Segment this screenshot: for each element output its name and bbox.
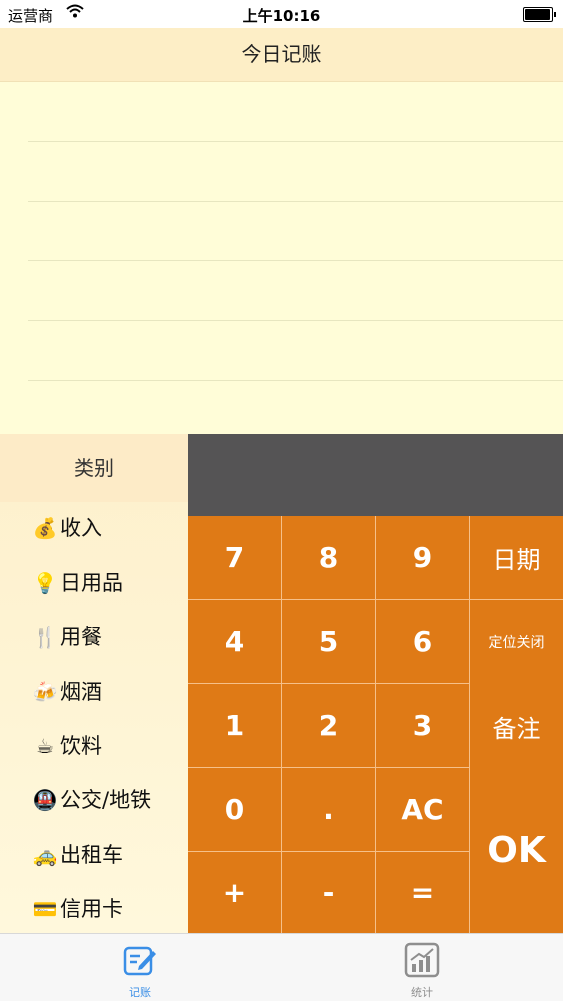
edit-icon bbox=[122, 942, 158, 978]
category-label: 日用品 bbox=[60, 571, 123, 595]
key-0[interactable]: 0 bbox=[188, 768, 282, 852]
category-item-transit[interactable]: 🚇 公交/地铁 bbox=[32, 773, 152, 827]
note-button[interactable]: 备注 bbox=[470, 684, 563, 768]
category-panel: 类别 💰 收入 💡 日用品 🍴 用餐 🍻 烟酒 ☕ 饮料 🚇 公交/地铁 🚕 出租车 💳 信用卡 bbox=[0, 434, 188, 933]
fork-knife-icon: 🍴 bbox=[32, 625, 58, 649]
category-item-credit-card[interactable]: 💳 信用卡 bbox=[32, 882, 123, 936]
key-clear[interactable]: AC bbox=[376, 768, 470, 852]
ledger-divider bbox=[28, 320, 563, 321]
beer-mugs-icon: 🍻 bbox=[32, 680, 58, 704]
tab-statistics[interactable]: 统计 bbox=[352, 934, 492, 1001]
category-item-taxi[interactable]: 🚕 出租车 bbox=[32, 828, 123, 882]
category-label: 公交/地铁 bbox=[60, 788, 152, 812]
location-toggle[interactable]: 定位关闭 bbox=[470, 600, 563, 684]
page-title: 今日记账 bbox=[241, 42, 322, 66]
category-item-tobacco-alcohol[interactable]: 🍻 烟酒 bbox=[32, 665, 102, 719]
keypad: 7 8 9 4 5 6 1 2 3 0 . AC + - = 日期 定位关闭 备… bbox=[188, 516, 563, 933]
ledger-divider bbox=[28, 141, 563, 142]
coffee-icon: ☕ bbox=[36, 734, 54, 758]
category-label: 饮料 bbox=[60, 734, 102, 758]
category-label: 出租车 bbox=[60, 843, 123, 867]
key-7[interactable]: 7 bbox=[188, 516, 282, 600]
category-label: 用餐 bbox=[60, 625, 102, 649]
key-2[interactable]: 2 bbox=[282, 684, 376, 768]
ok-button[interactable]: OK bbox=[470, 768, 563, 933]
category-item-daily-goods[interactable]: 💡 日用品 bbox=[32, 556, 123, 610]
ledger-list[interactable] bbox=[0, 82, 563, 434]
nav-bar: 今日记账 bbox=[0, 28, 563, 82]
money-bag-icon: 💰 bbox=[32, 516, 58, 540]
key-9[interactable]: 9 bbox=[376, 516, 470, 600]
ledger-divider bbox=[28, 201, 563, 202]
date-button[interactable]: 日期 bbox=[470, 516, 563, 600]
chart-icon bbox=[404, 942, 440, 978]
category-label: 信用卡 bbox=[60, 897, 123, 921]
key-plus[interactable]: + bbox=[188, 852, 282, 933]
category-item-drinks[interactable]: ☕ 饮料 bbox=[32, 719, 102, 773]
key-minus[interactable]: - bbox=[282, 852, 376, 933]
ledger-divider bbox=[28, 260, 563, 261]
tab-bar: 记账 统计 bbox=[0, 933, 563, 1001]
tab-label: 记账 bbox=[129, 986, 151, 999]
credit-card-icon: 💳 bbox=[32, 897, 58, 921]
key-5[interactable]: 5 bbox=[282, 600, 376, 684]
key-3[interactable]: 3 bbox=[376, 684, 470, 768]
category-item-dining[interactable]: 🍴 用餐 bbox=[32, 610, 102, 664]
metro-icon: 🚇 bbox=[32, 788, 58, 812]
category-item-income[interactable]: 💰 收入 bbox=[32, 501, 102, 555]
light-bulb-icon: 💡 bbox=[32, 571, 58, 595]
tab-label: 统计 bbox=[411, 986, 433, 999]
key-equals[interactable]: = bbox=[376, 852, 470, 933]
battery-icon bbox=[523, 7, 556, 22]
ledger-divider bbox=[28, 380, 563, 381]
taxi-icon: 🚕 bbox=[32, 843, 58, 867]
category-label: 收入 bbox=[60, 516, 102, 540]
amount-display bbox=[188, 434, 563, 516]
tab-bookkeeping[interactable]: 记账 bbox=[70, 934, 210, 1001]
category-label: 烟酒 bbox=[60, 680, 102, 704]
key-1[interactable]: 1 bbox=[188, 684, 282, 768]
status-bar: 运营商 上午10:16 bbox=[0, 0, 563, 28]
key-decimal[interactable]: . bbox=[282, 768, 376, 852]
status-time: 上午10:16 bbox=[242, 7, 321, 25]
category-header: 类别 bbox=[0, 434, 188, 502]
key-4[interactable]: 4 bbox=[188, 600, 282, 684]
key-8[interactable]: 8 bbox=[282, 516, 376, 600]
key-6[interactable]: 6 bbox=[376, 600, 470, 684]
